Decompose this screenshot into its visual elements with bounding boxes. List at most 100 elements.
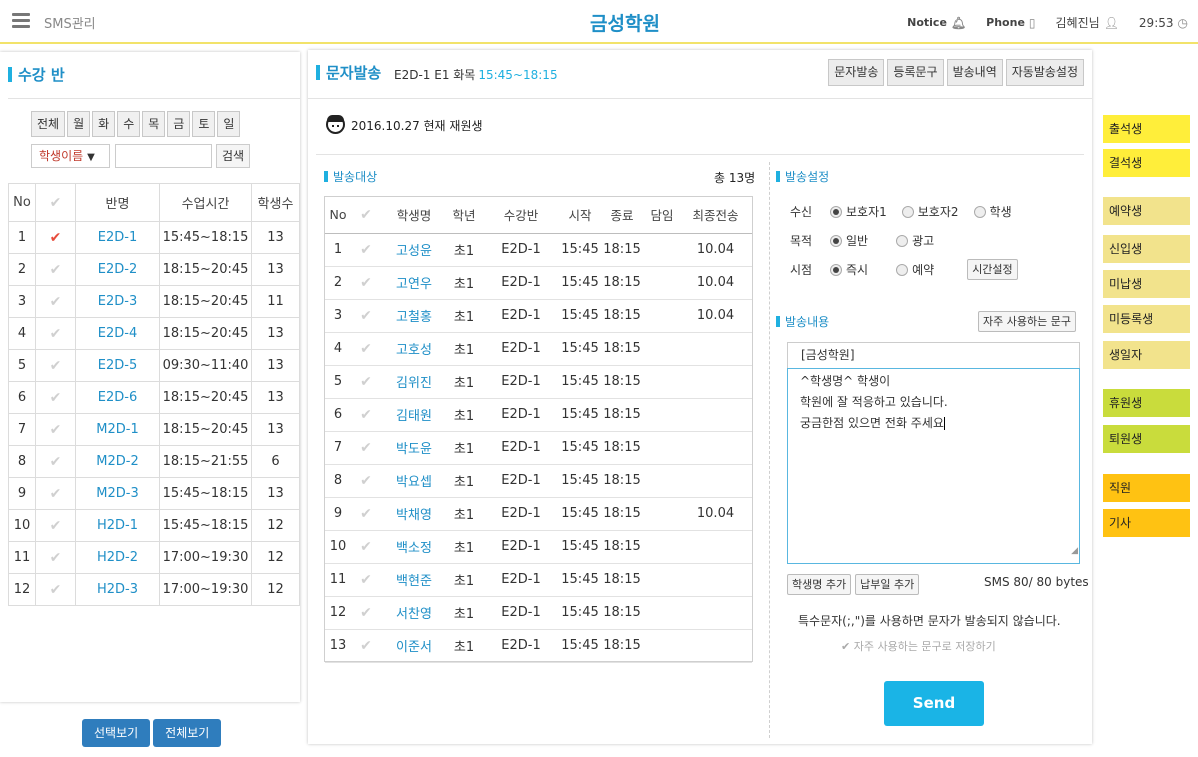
class-code[interactable]: M2D-3 [75, 477, 160, 510]
class-code[interactable]: M2D-1 [75, 413, 160, 446]
class-row[interactable]: 1 ✔ E2D-1 15:45~18:15 13 [8, 221, 300, 254]
class-check[interactable]: ✔ [35, 541, 76, 574]
user-menu[interactable]: 김혜진님 👤︎ [1056, 14, 1119, 31]
resize-handle-icon[interactable]: ◢ [1071, 541, 1078, 562]
student-row[interactable]: 12 ✔ 서찬영 초1 E2D-1 15:45 18:15 [325, 596, 752, 630]
class-check[interactable]: ✔ [35, 349, 76, 382]
student-check[interactable]: ✔ [351, 563, 381, 597]
student-name[interactable]: 이준서 [381, 629, 447, 663]
day-filter-fri[interactable]: 금 [167, 111, 191, 137]
student-check[interactable]: ✔ [351, 431, 381, 465]
sender-tag-field[interactable]: [금성학원] [787, 342, 1080, 369]
class-row[interactable]: 5 ✔ E2D-5 09:30~11:40 13 [8, 349, 300, 382]
category-button[interactable]: 직원 [1103, 474, 1190, 502]
student-name[interactable]: 고연우 [381, 266, 447, 300]
col-check[interactable]: ✔ [35, 183, 76, 222]
select-view-button[interactable]: 선택보기 [82, 719, 151, 747]
student-row[interactable]: 4 ✔ 고호성 초1 E2D-1 15:45 18:15 [325, 332, 752, 366]
class-row[interactable]: 12 ✔ H2D-3 17:00~19:30 12 [8, 573, 300, 606]
category-button[interactable]: 예약생 [1103, 197, 1190, 225]
student-check[interactable]: ✔ [351, 266, 381, 300]
class-code[interactable]: E2D-5 [75, 349, 160, 382]
student-row[interactable]: 11 ✔ 백현준 초1 E2D-1 15:45 18:15 [325, 563, 752, 597]
student-name[interactable]: 고호성 [381, 332, 447, 366]
day-filter-wed[interactable]: 수 [117, 111, 141, 137]
radio-guardian1[interactable]: 보호자1 [830, 203, 887, 220]
student-check[interactable]: ✔ [351, 299, 381, 333]
student-name[interactable]: 고철홍 [381, 299, 447, 333]
student-name[interactable]: 박도윤 [381, 431, 447, 465]
add-student-name-button[interactable]: 학생명 추가 [787, 574, 852, 595]
student-row[interactable]: 10 ✔ 백소정 초1 E2D-1 15:45 18:15 [325, 530, 752, 564]
student-check[interactable]: ✔ [351, 629, 381, 663]
class-row[interactable]: 9 ✔ M2D-3 15:45~18:15 13 [8, 477, 300, 510]
student-check[interactable]: ✔ [351, 464, 381, 498]
class-check[interactable]: ✔ [35, 477, 76, 510]
notice-link[interactable]: Notice 🔔︎ [907, 16, 966, 30]
student-name[interactable]: 백현준 [381, 563, 447, 597]
frequent-phrase-button[interactable]: 자주 사용하는 문구 [978, 311, 1076, 332]
class-check[interactable]: ✔ [35, 381, 76, 414]
student-check[interactable]: ✔ [351, 497, 381, 531]
category-button[interactable]: 미납생 [1103, 270, 1190, 298]
day-filter-all[interactable]: 전체 [31, 111, 66, 137]
student-name[interactable]: 박채영 [381, 497, 447, 531]
search-button[interactable]: 검색 [216, 144, 251, 168]
student-check[interactable]: ✔ [351, 398, 381, 432]
day-filter-tue[interactable]: 화 [92, 111, 116, 137]
class-check[interactable]: ✔ [35, 573, 76, 606]
class-check[interactable]: ✔ [35, 413, 76, 446]
class-row[interactable]: 4 ✔ E2D-4 18:15~20:45 13 [8, 317, 300, 350]
time-setting-button[interactable]: 시간설정 [967, 259, 1018, 280]
class-code[interactable]: M2D-2 [75, 445, 160, 478]
student-row[interactable]: 6 ✔ 김태원 초1 E2D-1 15:45 18:15 [325, 398, 752, 432]
class-code[interactable]: E2D-6 [75, 381, 160, 414]
class-row[interactable]: 6 ✔ E2D-6 18:15~20:45 13 [8, 381, 300, 414]
student-name[interactable]: 고성윤 [381, 233, 447, 267]
category-button[interactable]: 출석생 [1103, 115, 1190, 143]
all-view-button[interactable]: 전체보기 [153, 719, 222, 747]
class-row[interactable]: 7 ✔ M2D-1 18:15~20:45 13 [8, 413, 300, 446]
class-check[interactable]: ✔ [35, 317, 76, 350]
send-button[interactable]: Send [884, 681, 984, 726]
class-check[interactable]: ✔ [35, 253, 76, 286]
student-name[interactable]: 서찬영 [381, 596, 447, 630]
student-row[interactable]: 13 ✔ 이준서 초1 E2D-1 15:45 18:15 [325, 629, 752, 663]
class-code[interactable]: E2D-4 [75, 317, 160, 350]
category-button[interactable]: 미등록생 [1103, 305, 1190, 333]
student-row[interactable]: 7 ✔ 박도윤 초1 E2D-1 15:45 18:15 [325, 431, 752, 465]
class-row[interactable]: 3 ✔ E2D-3 18:15~20:45 11 [8, 285, 300, 318]
add-due-date-button[interactable]: 납부일 추가 [855, 574, 920, 595]
day-filter-thu[interactable]: 목 [142, 111, 166, 137]
message-textarea[interactable]: ^학생명^ 학생이 학원에 잘 적응하고 있습니다. 궁금한점 있으면 전화 주… [787, 368, 1080, 564]
search-type-select[interactable]: 학생이름 ▼ [31, 144, 110, 168]
radio-student[interactable]: 학생 [973, 203, 1012, 220]
student-name[interactable]: 박요셉 [381, 464, 447, 498]
student-row[interactable]: 3 ✔ 고철홍 초1 E2D-1 15:45 18:15 10.04 [325, 299, 752, 333]
radio-immediate[interactable]: 즉시 [830, 261, 868, 278]
class-code[interactable]: E2D-3 [75, 285, 160, 318]
tab-send-history[interactable]: 발송내역 [946, 59, 1003, 86]
student-row[interactable]: 9 ✔ 박채영 초1 E2D-1 15:45 18:15 10.04 [325, 497, 752, 531]
save-frequent-option[interactable]: ✔ 자주 사용하는 문구로 저장하기 [841, 638, 996, 654]
day-filter-sun[interactable]: 일 [217, 111, 241, 137]
radio-advertisement[interactable]: 광고 [896, 232, 934, 249]
category-button[interactable]: 휴원생 [1103, 389, 1190, 417]
student-name[interactable]: 김태원 [381, 398, 447, 432]
class-code[interactable]: E2D-2 [75, 253, 160, 286]
student-row[interactable]: 1 ✔ 고성윤 초1 E2D-1 15:45 18:15 10.04 [325, 233, 752, 267]
category-button[interactable]: 기사 [1103, 509, 1190, 537]
student-check[interactable]: ✔ [351, 233, 381, 267]
radio-general[interactable]: 일반 [830, 232, 868, 249]
day-filter-mon[interactable]: 월 [67, 111, 91, 137]
tab-registered-phrases[interactable]: 등록문구 [887, 59, 944, 86]
class-check[interactable]: ✔ [35, 285, 76, 318]
student-row[interactable]: 5 ✔ 김위진 초1 E2D-1 15:45 18:15 [325, 365, 752, 399]
class-code[interactable]: H2D-3 [75, 573, 160, 606]
class-code[interactable]: E2D-1 [75, 221, 160, 254]
student-name[interactable]: 김위진 [381, 365, 447, 399]
class-check[interactable]: ✔ [35, 221, 76, 254]
category-button[interactable]: 결석생 [1103, 149, 1190, 177]
tab-send-sms[interactable]: 문자발송 [828, 59, 885, 86]
day-filter-sat[interactable]: 토 [192, 111, 216, 137]
